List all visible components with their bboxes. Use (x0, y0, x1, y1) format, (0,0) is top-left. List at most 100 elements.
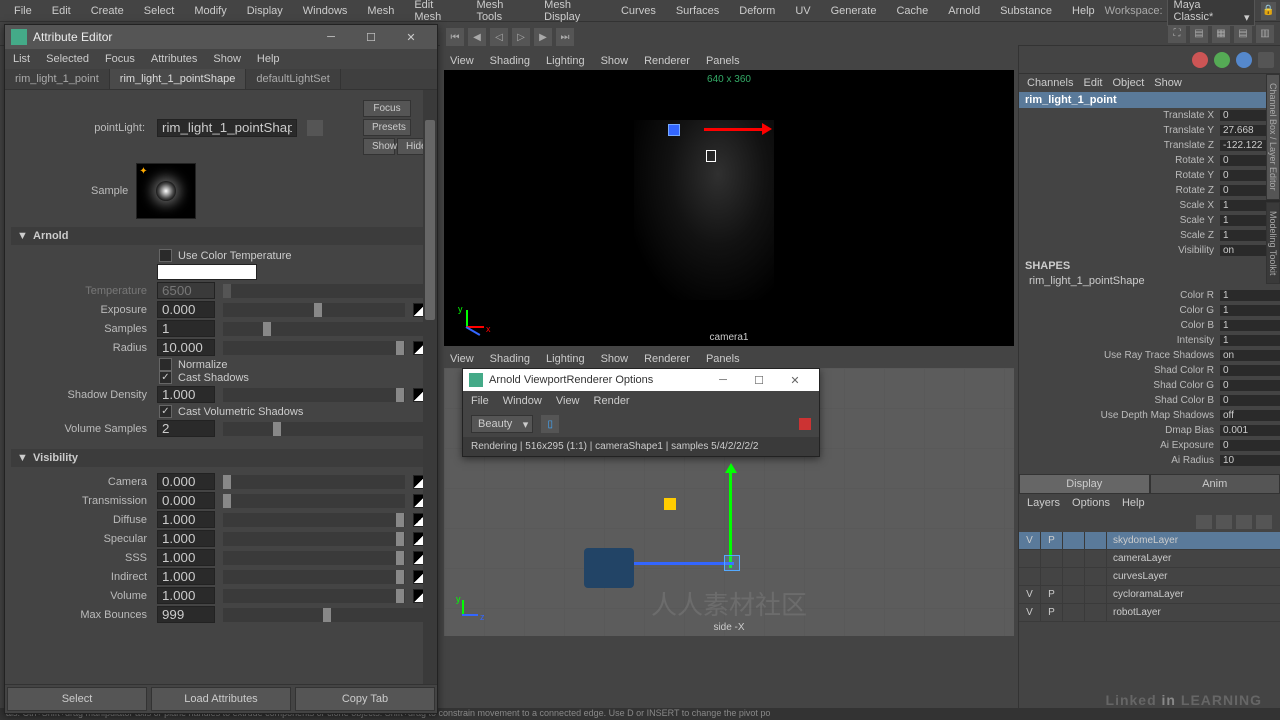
ae-menu-show[interactable]: Show (213, 53, 241, 65)
max-bounces-field[interactable] (157, 606, 215, 623)
specular-field[interactable] (157, 530, 215, 547)
cb-row[interactable]: Translate Z-122.122 (1019, 138, 1280, 153)
exposure-field[interactable] (157, 301, 215, 318)
cb-menu-show[interactable]: Show (1154, 77, 1182, 89)
layer-row[interactable]: VPskydomeLayer (1019, 532, 1280, 550)
shelf-icon-3[interactable]: ▦ (1212, 25, 1230, 43)
cb-row[interactable]: Ai Radius10 (1019, 453, 1280, 468)
cast-vol-shadows-checkbox[interactable]: ✓ (159, 405, 172, 418)
vp-menu-lighting[interactable]: Lighting (546, 55, 585, 67)
arn-menu-file[interactable]: File (471, 395, 489, 407)
cb-row[interactable]: Dmap Bias0.001 (1019, 423, 1280, 438)
lock-icon[interactable]: 🔒 (1261, 2, 1276, 20)
cb-row[interactable]: Use Ray Trace Shadowson (1019, 348, 1280, 363)
menu-help[interactable]: Help (1062, 2, 1105, 20)
layer-vis-toggle[interactable]: V (1019, 532, 1041, 550)
move-gizmo-handle[interactable] (668, 124, 680, 136)
arn-menu-view[interactable]: View (556, 395, 580, 407)
cb-row[interactable]: Translate Y27.668 (1019, 123, 1280, 138)
menu-edit[interactable]: Edit (42, 2, 81, 20)
ae-tab-transform[interactable]: rim_light_1_point (5, 69, 110, 89)
menu-uv[interactable]: UV (785, 2, 820, 20)
select-button[interactable]: Select (7, 687, 147, 711)
layer-up-icon[interactable] (1196, 515, 1212, 529)
move-gizmo-x[interactable] (704, 128, 764, 131)
vp2-menu-lighting[interactable]: Lighting (546, 353, 585, 365)
side-tab-modeling[interactable]: Modeling Toolkit (1266, 202, 1280, 284)
pointlight-name-field[interactable] (157, 119, 297, 137)
layer-play-toggle[interactable] (1041, 568, 1063, 586)
layer-vis-toggle[interactable]: V (1019, 604, 1041, 622)
cb-attr-value[interactable]: 1 (1220, 290, 1280, 301)
shelf-icon-5[interactable]: ▥ (1256, 25, 1274, 43)
menu-windows[interactable]: Windows (293, 2, 358, 20)
layer-row[interactable]: curvesLayer (1019, 568, 1280, 586)
arn-minimize-button[interactable]: ─ (705, 369, 741, 391)
ae-tab-shape[interactable]: rim_light_1_pointShape (110, 69, 247, 89)
step-back-icon[interactable]: ◀ (468, 28, 486, 46)
ae-menu-focus[interactable]: Focus (105, 53, 135, 65)
cb-row[interactable]: Shad Color B0 (1019, 393, 1280, 408)
arnold-section-header[interactable]: ▼ Arnold (11, 227, 429, 245)
vol-samples-slider[interactable] (223, 422, 423, 436)
camera-field[interactable] (157, 473, 215, 490)
layer-vis-toggle[interactable] (1019, 550, 1041, 568)
layer-play-toggle[interactable]: P (1041, 586, 1063, 604)
play-back-icon[interactable]: ◁ (490, 28, 508, 46)
menu-substance[interactable]: Substance (990, 2, 1062, 20)
cb-attr-value[interactable]: off (1220, 410, 1280, 421)
cb-icon-2[interactable] (1214, 52, 1230, 68)
layer-vis-toggle[interactable] (1019, 568, 1041, 586)
use-color-temp-checkbox[interactable] (159, 249, 172, 262)
gizmo-center[interactable] (724, 555, 740, 571)
ae-scrollbar[interactable] (423, 90, 437, 684)
ae-menu-list[interactable]: List (13, 53, 30, 65)
shadow-density-field[interactable] (157, 386, 215, 403)
layer-color-swatch[interactable] (1085, 550, 1107, 568)
menu-deform[interactable]: Deform (729, 2, 785, 20)
cb-row[interactable]: Rotate X0 (1019, 153, 1280, 168)
move-gizmo-y[interactable] (729, 468, 732, 568)
shelf-icon-2[interactable]: ▤ (1190, 25, 1208, 43)
region-icon[interactable]: ▯ (541, 415, 559, 433)
close-button[interactable]: ✕ (391, 25, 431, 49)
menu-display[interactable]: Display (237, 2, 293, 20)
focus-button[interactable]: Focus (363, 100, 411, 117)
cb-shape-name[interactable]: rim_light_1_pointShape (1019, 274, 1280, 288)
layer-mask-toggle[interactable] (1063, 604, 1085, 622)
stop-render-button[interactable] (799, 418, 811, 430)
show-button[interactable]: Show (363, 138, 395, 155)
presets-button[interactable]: Presets (363, 119, 411, 136)
max-bounces-slider[interactable] (223, 608, 423, 622)
transmission-slider[interactable] (223, 494, 405, 508)
specular-slider[interactable] (223, 532, 405, 546)
cb-row[interactable]: Use Depth Map Shadowsoff (1019, 408, 1280, 423)
cb-row[interactable]: Intensity1 (1019, 333, 1280, 348)
cast-shadows-checkbox[interactable]: ✓ (159, 371, 172, 384)
cb-row[interactable]: Color B1 (1019, 318, 1280, 333)
menu-select[interactable]: Select (134, 2, 185, 20)
vp-menu-show[interactable]: Show (601, 55, 629, 67)
cb-menu-object[interactable]: Object (1112, 77, 1144, 89)
cb-attr-value[interactable]: 0 (1220, 365, 1280, 376)
cb-row[interactable]: Scale X1 (1019, 198, 1280, 213)
layer-row[interactable]: VPcycloramaLayer (1019, 586, 1280, 604)
shadow-density-slider[interactable] (223, 388, 405, 402)
sss-slider[interactable] (223, 551, 405, 565)
cb-row[interactable]: Translate X0 (1019, 108, 1280, 123)
cb-icon-1[interactable] (1192, 52, 1208, 68)
layer-mask-toggle[interactable] (1063, 532, 1085, 550)
layer-color-swatch[interactable] (1085, 604, 1107, 622)
layer-play-toggle[interactable]: P (1041, 604, 1063, 622)
vp-menu-view[interactable]: View (450, 55, 474, 67)
light-icon[interactable] (664, 498, 676, 510)
cb-row[interactable]: Shad Color R0 (1019, 363, 1280, 378)
cb-icon-3[interactable] (1236, 52, 1252, 68)
vp-menu-renderer[interactable]: Renderer (644, 55, 690, 67)
forward-end-icon[interactable]: ⏭ (556, 28, 574, 46)
cb-row[interactable]: Scale Y1 (1019, 213, 1280, 228)
vol-samples-field[interactable] (157, 420, 215, 437)
cb-attr-value[interactable]: 1 (1220, 335, 1280, 346)
layer-mask-toggle[interactable] (1063, 586, 1085, 604)
layer-row[interactable]: cameraLayer (1019, 550, 1280, 568)
